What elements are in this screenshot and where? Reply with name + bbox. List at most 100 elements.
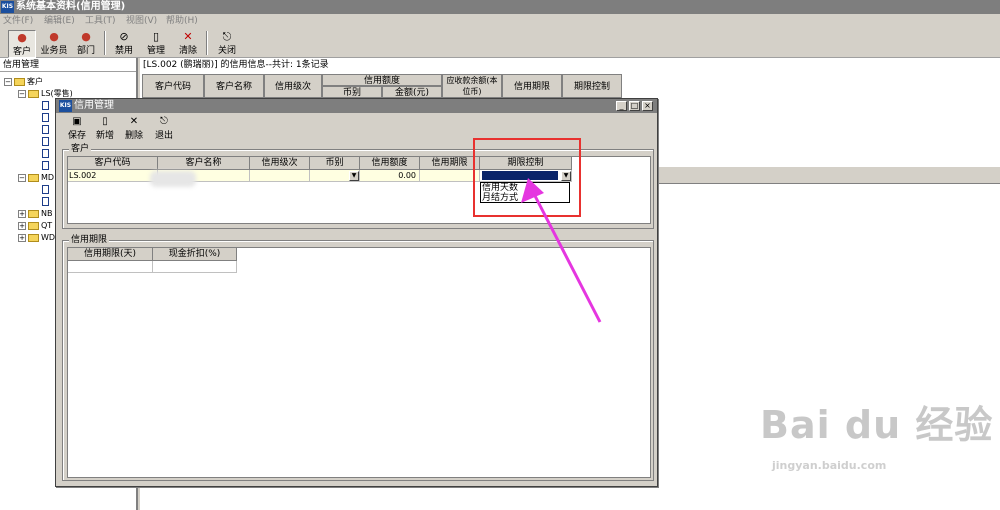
tree-node-wd[interactable]: + WD [18, 232, 55, 244]
app-logo-icon: KIS [59, 100, 72, 112]
dialog-title-bar: KIS 信用管理 _ □ × [56, 99, 657, 113]
tree-panel-title: 信用管理 [0, 58, 136, 72]
menu-tools[interactable]: 工具(T) [85, 14, 116, 28]
save-button[interactable]: ▣ 保存 [66, 116, 88, 141]
annotation-highlight-box [473, 138, 581, 217]
term-days-cell[interactable] [68, 261, 153, 273]
main-title-bar: KIS 系统基本资料(信用管理) [0, 0, 1000, 14]
menu-view[interactable]: 视图(V) [126, 14, 157, 28]
main-toolbar: ● 客户 ● 业务员 ● 部门 ⊘ 禁用 ▯ 管理 ✕ 清除 ⎋ 关闭 [0, 28, 1000, 58]
watermark-url: jingyan.baidu.com [772, 459, 887, 472]
maximize-icon[interactable]: □ [629, 101, 640, 111]
dialog-toolbar: ▣ 保存 ▯ 新增 ✕ 删除 ⎋ 退出 [56, 114, 657, 141]
tree-leaf-document[interactable] [42, 196, 51, 208]
bg-col-header[interactable]: 客户代码 [142, 74, 204, 98]
tree-node-nb[interactable]: + NB [18, 208, 52, 220]
document-icon [42, 185, 49, 194]
customer-icon: ● [17, 31, 27, 44]
tree-node-md[interactable]: − MD [18, 172, 54, 184]
bg-col-header[interactable]: 信用额度 [322, 74, 442, 86]
bg-col-header[interactable]: 应收款余额(本位币) [442, 74, 502, 98]
toolbar-separator [206, 31, 208, 55]
document-icon [42, 125, 49, 134]
collapse-icon[interactable]: − [18, 89, 26, 98]
collapse-icon[interactable]: − [4, 77, 12, 86]
grid-col-header[interactable]: 信用期限 [420, 157, 480, 170]
grid-col-header[interactable]: 现金折扣(%) [153, 248, 237, 261]
new-button[interactable]: ▯ 新增 [93, 116, 117, 141]
toolbar-separator [104, 31, 106, 55]
tree-leaf-document[interactable] [42, 184, 51, 196]
tree-leaf-document[interactable] [42, 136, 51, 148]
customer-button[interactable]: ● 客户 [8, 30, 36, 58]
clear-button-label: 清除 [178, 46, 197, 56]
grid-col-header[interactable]: 客户名称 [158, 157, 250, 170]
clear-button[interactable]: ✕ 清除 [176, 30, 200, 58]
customer-code-cell[interactable]: LS.002 [68, 170, 158, 182]
save-disk-icon: ▣ [72, 116, 82, 127]
minimize-icon[interactable]: _ [616, 101, 627, 111]
disable-button[interactable]: ⊘ 禁用 [112, 30, 136, 58]
tree-leaf-document[interactable] [42, 160, 51, 172]
menu-edit[interactable]: 编辑(E) [44, 14, 75, 28]
salesman-button-label: 业务员 [40, 46, 68, 56]
tree-leaf-document[interactable] [42, 100, 51, 112]
document-icon [42, 137, 49, 146]
credit-level-cell[interactable] [250, 170, 310, 182]
grid-col-header[interactable]: 客户代码 [68, 157, 158, 170]
bg-col-header[interactable]: 信用期限 [502, 74, 562, 98]
delete-button[interactable]: ✕ 删除 [123, 116, 145, 141]
tree-node-qt[interactable]: + QT [18, 220, 52, 232]
bg-col-header[interactable]: 币别 [322, 86, 382, 98]
close-button-label: 关闭 [217, 46, 236, 56]
credit-term-group-label: 信用期限 [69, 235, 110, 246]
expand-icon[interactable]: + [18, 233, 26, 242]
dialog-title: 信用管理 [74, 100, 114, 111]
dropdown-arrow-icon[interactable]: ▼ [349, 171, 359, 181]
expand-icon[interactable]: + [18, 209, 26, 218]
grid-col-header[interactable]: 信用期限(天) [68, 248, 153, 261]
tree-leaf-document[interactable] [42, 148, 51, 160]
menu-bar: 文件(F) 编辑(E) 工具(T) 视图(V) 帮助(H) [0, 14, 1000, 28]
exit-button[interactable]: ⎋ 退出 [153, 116, 175, 141]
bg-col-header[interactable]: 金额(元) [382, 86, 442, 98]
manage-button[interactable]: ▯ 管理 [143, 30, 169, 58]
menu-help[interactable]: 帮助(H) [166, 14, 198, 28]
tree-node-customer[interactable]: − 客户 [4, 76, 43, 88]
credit-term-cell[interactable] [420, 170, 480, 182]
close-button[interactable]: ⎋ 关闭 [214, 30, 240, 58]
salesman-icon: ● [49, 30, 59, 43]
close-window-icon[interactable]: × [642, 101, 653, 111]
folder-icon [28, 233, 39, 242]
cash-discount-cell[interactable] [153, 261, 237, 273]
bg-col-header[interactable]: 信用级次 [264, 74, 322, 98]
bg-col-header[interactable]: 客户名称 [204, 74, 264, 98]
delete-x-icon: ✕ [129, 116, 139, 127]
document-icon [42, 161, 49, 170]
exit-door-icon: ⎋ [160, 116, 168, 127]
tree-leaf-document[interactable] [42, 112, 51, 124]
credit-amount-cell[interactable]: 0.00 [360, 170, 420, 182]
currency-select[interactable]: ▼ [310, 170, 360, 182]
document-icon [42, 113, 49, 122]
menu-file[interactable]: 文件(F) [3, 14, 33, 28]
collapse-icon[interactable]: − [18, 173, 26, 182]
department-button[interactable]: ● 部门 [74, 30, 98, 58]
main-window-title: 系统基本资料(信用管理) [16, 1, 126, 12]
exit-door-icon: ⎋ [222, 30, 232, 43]
grid-col-header[interactable]: 币别 [310, 157, 360, 170]
disable-icon: ⊘ [119, 30, 129, 43]
customer-group-label: 客户 [69, 144, 92, 155]
tree-leaf-document[interactable] [42, 124, 51, 136]
document-icon: ▯ [152, 30, 160, 43]
document-icon [42, 149, 49, 158]
expand-icon[interactable]: + [18, 221, 26, 230]
salesman-button[interactable]: ● 业务员 [38, 30, 70, 58]
document-icon [42, 101, 49, 110]
grid-col-header[interactable]: 信用级次 [250, 157, 310, 170]
bg-col-header[interactable]: 期限控制 [562, 74, 622, 98]
disable-button-label: 禁用 [114, 46, 133, 56]
app-logo-icon: KIS [1, 1, 14, 13]
credit-info-summary: [LS.002 (鹏瑞丽)] 的信用信息--共计: 1条记录 [143, 60, 329, 70]
grid-col-header[interactable]: 信用额度 [360, 157, 420, 170]
